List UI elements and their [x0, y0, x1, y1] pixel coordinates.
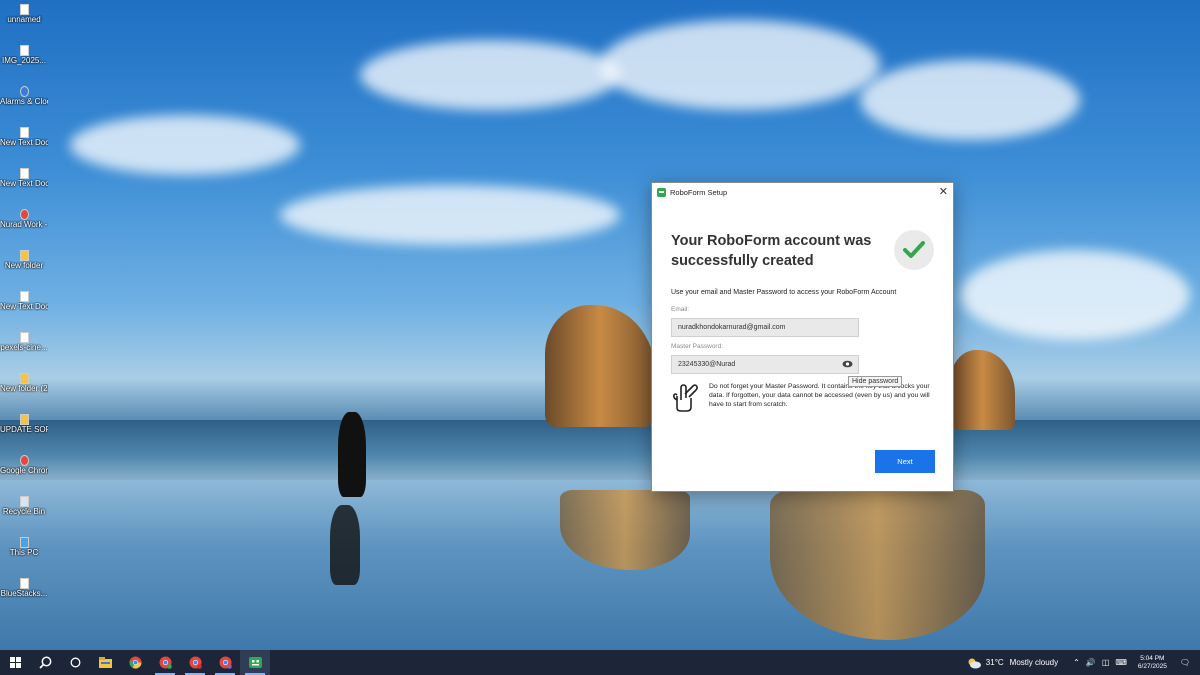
next-button[interactable]: Next — [875, 450, 935, 473]
image-file-icon — [19, 45, 29, 56]
speaker-icon[interactable]: 🔊 — [1086, 658, 1096, 667]
password-value: 23245330@Nurad — [678, 361, 736, 368]
roboform-icon — [657, 187, 666, 197]
desktop-icon-bluestacks[interactable]: BlueStacks... — [0, 578, 48, 598]
rock — [545, 305, 655, 427]
chrome-icon — [128, 656, 141, 669]
system-tray: 31°C Mostly cloudy ⌃ 🔊 ◫ ⌨ 5:04 PM 6/27/… — [966, 650, 1200, 675]
text-file-icon — [19, 127, 29, 138]
weather-widget[interactable]: 31°C Mostly cloudy — [966, 657, 1058, 669]
desktop-icon-img[interactable]: IMG_2025... — [0, 45, 48, 65]
file-icon — [19, 4, 29, 15]
roboform-icon — [248, 657, 262, 668]
desktop-icon-alarms[interactable]: Alarms & Clock — [0, 86, 48, 106]
text-file-icon — [19, 168, 29, 179]
desktop-icon-text-doc-2[interactable]: New Text Document — [0, 168, 48, 188]
eye-icon[interactable] — [842, 360, 853, 370]
chrome-profile-1-button[interactable] — [150, 650, 180, 675]
chrome-profile-1-icon — [159, 656, 172, 669]
taskbar: 31°C Mostly cloudy ⌃ 🔊 ◫ ⌨ 5:04 PM 6/27/… — [0, 650, 1200, 675]
master-password-warning: Do not forget your Master Password. It c… — [709, 383, 930, 408]
cloud — [280, 185, 620, 245]
cloud — [360, 40, 620, 110]
cloud — [960, 250, 1190, 340]
chrome-profile-3-icon — [219, 656, 232, 669]
alarm-icon — [19, 86, 29, 97]
chrome-profile-2-button[interactable] — [180, 650, 210, 675]
chrome-icon — [19, 209, 29, 220]
master-password-label: Master Password: — [671, 343, 724, 350]
email-value: nuradkhondokarnurad@gmail.com — [678, 324, 786, 331]
search-icon — [38, 656, 51, 669]
roboform-setup-dialog: RoboForm Setup ✕ Your RoboForm account w… — [651, 182, 954, 492]
crossed-fingers-icon — [671, 382, 699, 417]
desktop-icon-pexels[interactable]: pexels-cine... — [0, 332, 48, 352]
desktop-icon-text-doc-3[interactable]: New Text Docume... — [0, 291, 48, 311]
desktop-icon-nurad-chrome[interactable]: Nurad Work - Chrome — [0, 209, 48, 229]
network-icon[interactable]: ◫ — [1102, 658, 1110, 667]
success-headline: Your RoboForm account was successfully c… — [671, 233, 872, 269]
cloud — [860, 60, 1080, 140]
chrome-icon — [19, 455, 29, 466]
close-button[interactable]: ✕ — [939, 185, 948, 198]
desktop-icon-recycle-bin[interactable]: Recycle Bin — [0, 496, 48, 516]
email-field[interactable]: nuradkhondokarnurad@gmail.com — [671, 318, 859, 337]
start-button[interactable] — [0, 650, 30, 675]
clock-time: 5:04 PM — [1140, 654, 1165, 662]
success-check-icon — [894, 230, 934, 270]
roboform-taskbar-button[interactable] — [240, 650, 270, 675]
file-explorer-button[interactable] — [90, 650, 120, 675]
desktop-icon-unnamed[interactable]: unnamed — [0, 4, 48, 24]
runner-reflection — [330, 505, 360, 585]
folder-icon — [19, 250, 29, 261]
master-password-field[interactable]: 23245330@Nurad — [671, 355, 859, 374]
desktop-icon-this-pc[interactable]: This PC — [0, 537, 48, 557]
chrome-button[interactable] — [120, 650, 150, 675]
recycle-bin-icon — [19, 496, 29, 507]
intro-text: Use your email and Master Password to ac… — [671, 289, 897, 296]
notification-icon[interactable]: 🗨 — [1180, 658, 1190, 667]
cortana-icon — [70, 657, 80, 668]
file-explorer-icon — [98, 657, 112, 668]
task-view-button[interactable] — [60, 650, 90, 675]
hide-password-tooltip: Hide password — [848, 376, 903, 387]
clock[interactable]: 5:04 PM 6/27/2025 — [1138, 655, 1167, 671]
desktop-icon-update-soft[interactable]: UPDATE SOFT — [0, 414, 48, 434]
desktop-icon-new-folder-2[interactable]: New folder (2) — [0, 373, 48, 393]
folder-icon — [19, 414, 29, 425]
email-label: Email: — [671, 306, 690, 313]
text-file-icon — [19, 291, 29, 302]
file-icon — [19, 332, 29, 343]
cloudy-weather-icon — [968, 658, 981, 668]
dialog-title: RoboForm Setup — [670, 187, 728, 197]
weather-temperature: 31°C — [985, 658, 1004, 667]
cloud — [70, 115, 300, 175]
weather-condition: Mostly cloudy — [1009, 658, 1059, 667]
windows-start-icon — [9, 657, 21, 668]
chrome-profile-3-button[interactable] — [210, 650, 240, 675]
dialog-titlebar: RoboForm Setup — [652, 183, 953, 201]
clock-date: 6/27/2025 — [1137, 662, 1167, 670]
desktop-icon-text-doc[interactable]: New Text Docume... — [0, 127, 48, 147]
runner-silhouette — [338, 412, 366, 497]
chrome-profile-2-icon — [189, 656, 202, 669]
desktop-icon-google-chrome[interactable]: Google Chrome — [0, 455, 48, 475]
file-icon — [19, 578, 29, 589]
search-button[interactable] — [30, 650, 60, 675]
computer-icon — [19, 537, 29, 548]
folder-icon — [19, 373, 29, 384]
cloud — [600, 20, 880, 110]
keyboard-icon[interactable]: ⌨ — [1115, 658, 1127, 667]
rock — [950, 350, 1015, 430]
desktop-icon-new-folder[interactable]: New folder — [0, 250, 48, 270]
chevron-up-icon[interactable]: ⌃ — [1073, 658, 1080, 667]
